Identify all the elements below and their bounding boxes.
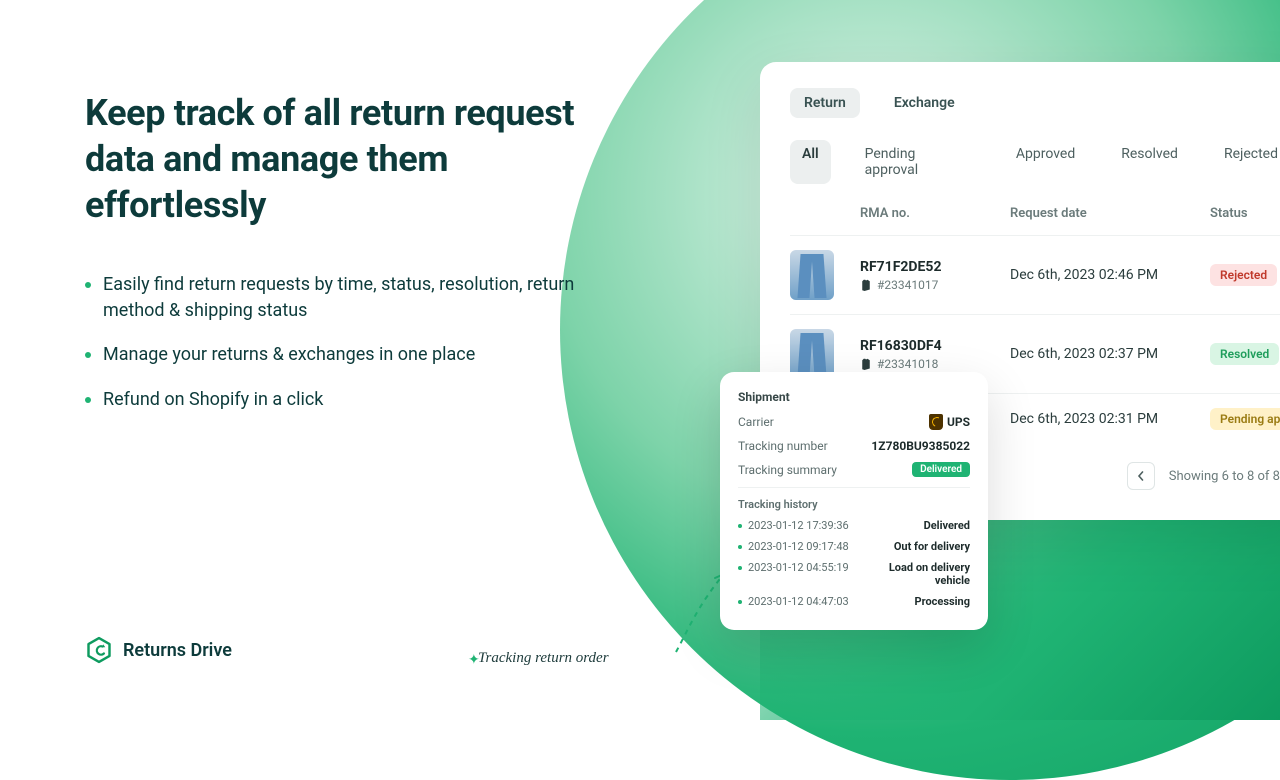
shipment-title: Shipment [738, 390, 970, 404]
bullet-dot-icon [85, 352, 91, 358]
filter-rejected[interactable]: Rejected [1212, 140, 1280, 184]
bullet-item: Manage your returns & exchanges in one p… [85, 342, 625, 368]
filter-tabs: All Pending approval Approved Resolved R… [790, 140, 1280, 184]
tracking-number-value: 1Z780BU9385022 [871, 439, 970, 453]
tab-return[interactable]: Return [790, 88, 860, 118]
top-tabs: Return Exchange [790, 88, 1280, 118]
delivered-badge: Delivered [912, 462, 970, 477]
th-rma: RMA no. [860, 206, 1010, 221]
hero: Keep track of all return request data an… [85, 90, 625, 431]
order-number: #23341018 [877, 357, 938, 371]
carrier-name: UPS [947, 415, 970, 429]
history-item: 2023-01-12 04:47:03 Processing [738, 595, 970, 608]
filter-all[interactable]: All [790, 140, 831, 184]
history-timestamp: 2023-01-12 17:39:36 [748, 519, 849, 532]
bullet-item: Refund on Shopify in a click [85, 387, 625, 413]
hero-title: Keep track of all return request data an… [85, 90, 625, 228]
bullet-item: Easily find return requests by time, sta… [85, 272, 625, 324]
th-date: Request date [1010, 206, 1210, 221]
divider [738, 487, 970, 488]
shopify-icon [860, 358, 872, 370]
history-timestamp: 2023-01-12 09:17:48 [748, 540, 849, 553]
status-badge: Pending approval [1210, 408, 1280, 430]
returns-drive-logo-icon [85, 636, 113, 664]
history-item: 2023-01-12 04:55:19 Load on delivery veh… [738, 561, 970, 587]
brand: Returns Drive [85, 636, 232, 664]
history-status: Out for delivery [894, 540, 970, 553]
carrier-label: Carrier [738, 415, 774, 429]
bullet-dot-icon [85, 282, 91, 288]
rma-id: RF16830DF4 [860, 338, 1010, 354]
brand-name: Returns Drive [123, 640, 232, 661]
pager-label: Showing 6 to 8 of 8 c [1169, 469, 1280, 484]
request-date: Dec 6th, 2023 02:31 PM [1010, 411, 1210, 427]
table-header: RMA no. Request date Status [790, 206, 1280, 221]
filter-pending[interactable]: Pending approval [853, 140, 982, 184]
history-status: Processing [915, 595, 971, 608]
chevron-left-icon [1136, 471, 1146, 481]
history-timestamp: 2023-01-12 04:55:19 [748, 561, 849, 574]
status-badge: Resolved [1210, 343, 1279, 365]
bullet-dot-icon [738, 524, 742, 528]
bullet-dot-icon [738, 600, 742, 604]
history-item: 2023-01-12 09:17:48 Out for delivery [738, 540, 970, 553]
bullet-dot-icon [738, 545, 742, 549]
tracking-number-label: Tracking number [738, 439, 828, 453]
rma-id: RF71F2DE52 [860, 259, 1010, 275]
bullet-text: Manage your returns & exchanges in one p… [103, 342, 475, 368]
filter-resolved[interactable]: Resolved [1109, 140, 1190, 184]
th-status: Status [1210, 206, 1280, 221]
history-status: Load on delivery vehicle [860, 561, 970, 587]
bullet-text: Easily find return requests by time, sta… [103, 272, 625, 324]
carrier-value: UPS [929, 414, 970, 430]
tracking-history-title: Tracking history [738, 498, 970, 511]
filter-approved[interactable]: Approved [1004, 140, 1087, 184]
shopify-icon [860, 279, 872, 291]
tracking-summary-label: Tracking summary [738, 463, 837, 477]
history-status: Delivered [924, 519, 970, 532]
request-date: Dec 6th, 2023 02:37 PM [1010, 346, 1210, 362]
order-ref: #23341017 [860, 278, 1010, 292]
bullet-dot-icon [738, 566, 742, 570]
shipment-card: Shipment Carrier UPS Tracking number 1Z7… [720, 372, 988, 630]
order-number: #23341017 [877, 278, 938, 292]
pager-prev-button[interactable] [1127, 462, 1155, 490]
ups-logo-icon [929, 414, 943, 430]
tab-exchange[interactable]: Exchange [880, 88, 969, 118]
history-item: 2023-01-12 17:39:36 Delivered [738, 519, 970, 532]
th-spacer [790, 206, 860, 221]
table-row[interactable]: RF71F2DE52 #23341017 Dec 6th, 2023 02:46… [790, 235, 1280, 314]
order-ref: #23341018 [860, 357, 1010, 371]
bullet-text: Refund on Shopify in a click [103, 387, 323, 413]
history-timestamp: 2023-01-12 04:47:03 [748, 595, 849, 608]
callout-label: Tracking return order [478, 650, 609, 667]
hero-bullets: Easily find return requests by time, sta… [85, 272, 625, 412]
product-thumbnail [790, 250, 834, 300]
request-date: Dec 6th, 2023 02:46 PM [1010, 267, 1210, 283]
bullet-dot-icon [85, 397, 91, 403]
status-badge: Rejected [1210, 264, 1277, 286]
